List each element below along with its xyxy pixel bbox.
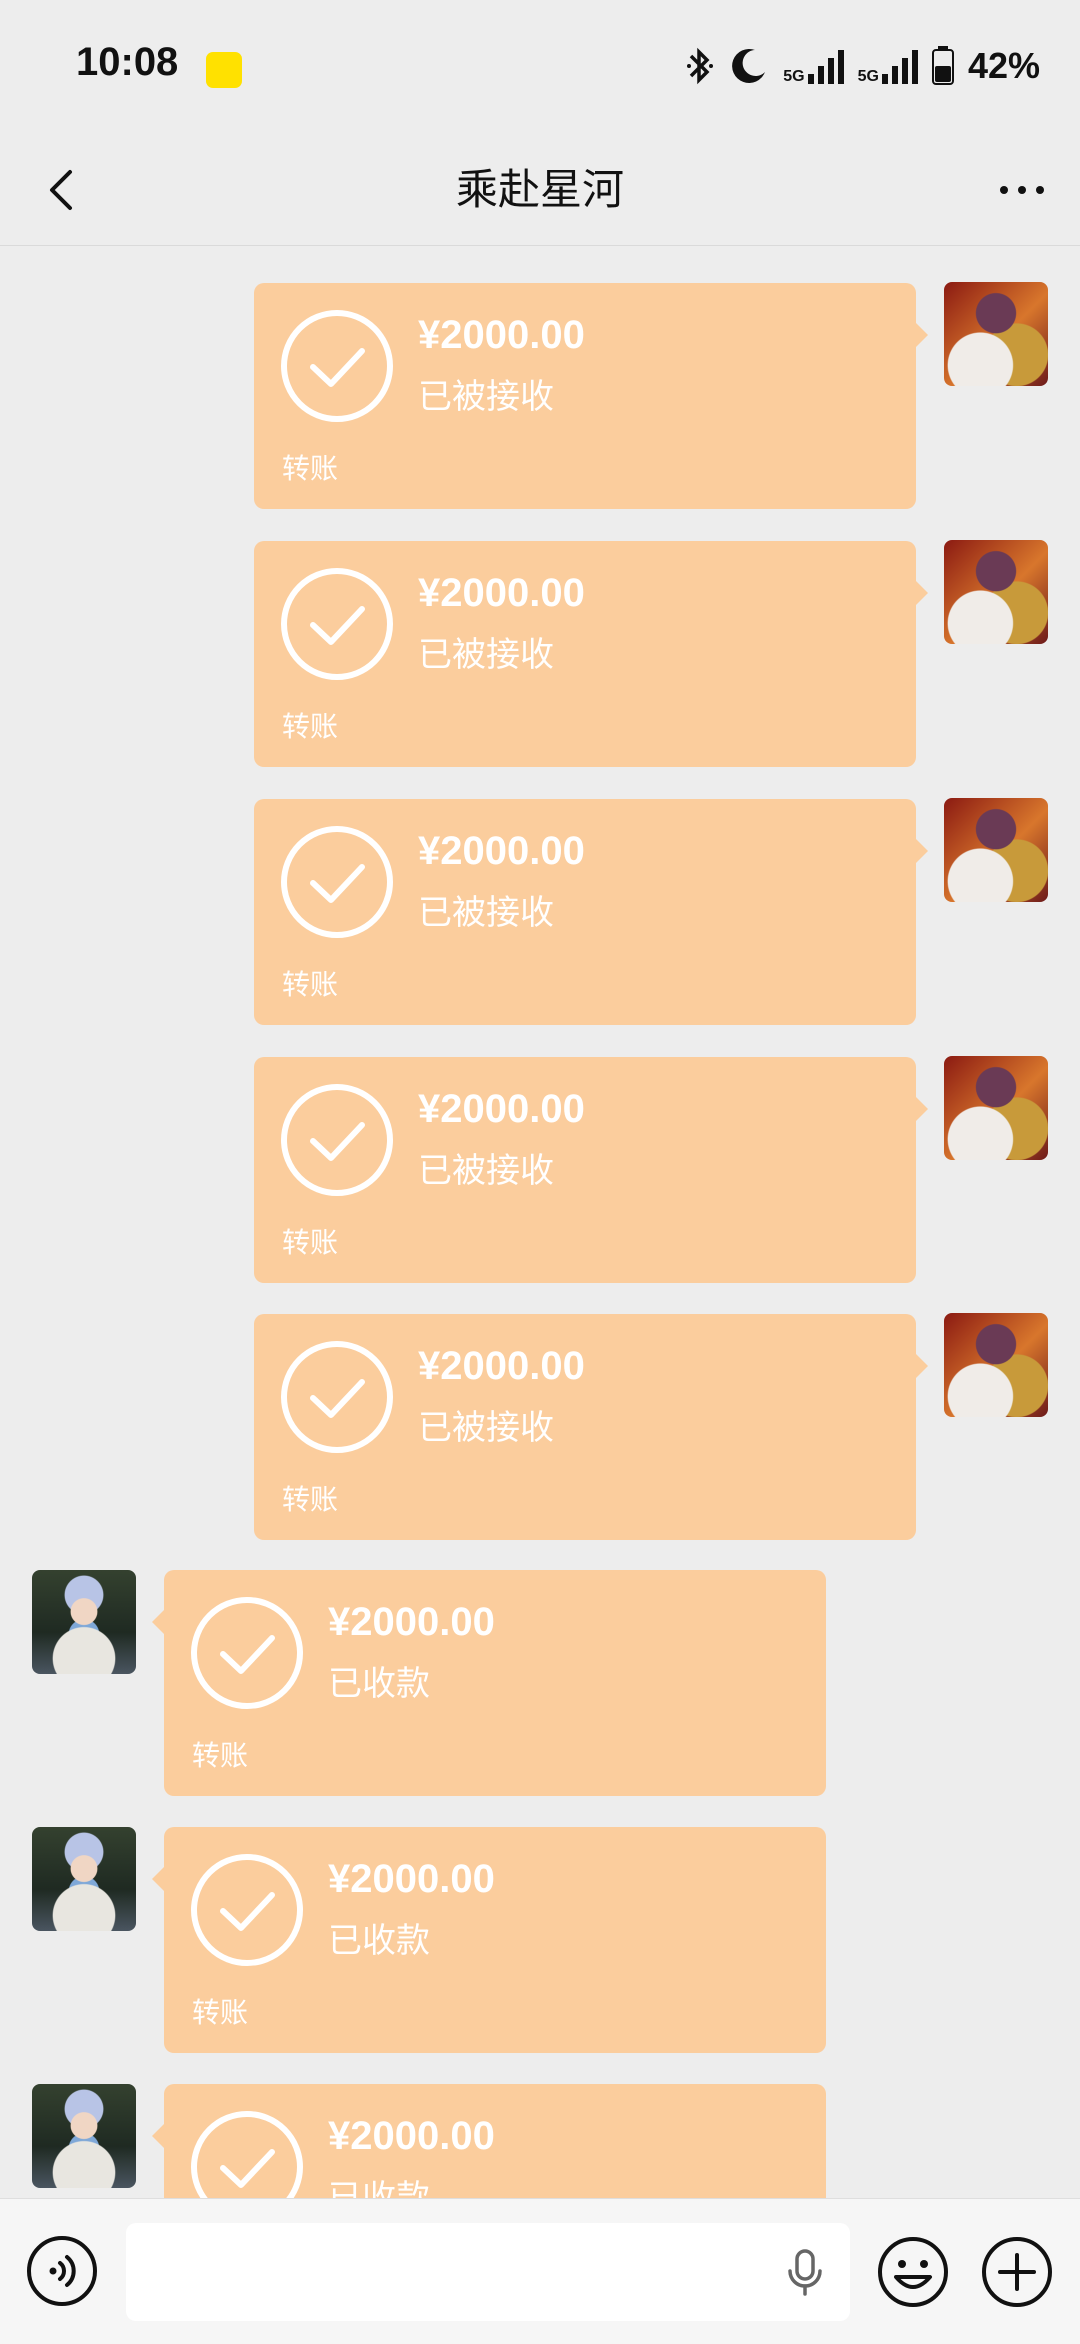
transfer-status: 已收款 xyxy=(328,1921,430,1961)
chat-area[interactable]: ¥2000.00 已被接收 转账 ¥2000.00 已被接收 转账 ¥2000.… xyxy=(0,246,1080,2198)
check-circle-icon xyxy=(281,1084,393,1196)
avatar[interactable] xyxy=(32,1570,136,1674)
avatar[interactable] xyxy=(944,282,1048,386)
transfer-status: 已被接收 xyxy=(418,1408,554,1448)
transfer-label: 转账 xyxy=(192,1739,249,1772)
transfer-status: 已被接收 xyxy=(418,377,554,417)
check-circle-icon xyxy=(281,826,393,938)
nav-bar: 乘赴星河 xyxy=(0,134,1080,246)
emoji-icon[interactable] xyxy=(876,2235,950,2309)
avatar[interactable] xyxy=(944,540,1048,644)
transfer-bubble[interactable]: ¥2000.00 已收款 转账 xyxy=(152,1827,826,2053)
avatar[interactable] xyxy=(944,1056,1048,1160)
transfer-status: 已被接收 xyxy=(418,1151,554,1191)
transfer-label: 转账 xyxy=(282,1483,339,1516)
status-icons: 5G 5G 42% xyxy=(685,44,1040,88)
plus-icon[interactable] xyxy=(980,2235,1054,2309)
signal-icon xyxy=(807,50,844,84)
transfer-bubble[interactable]: ¥2000.00 已被接收 转账 xyxy=(254,1314,928,1540)
avatar[interactable] xyxy=(32,1827,136,1931)
transfer-label: 转账 xyxy=(282,452,339,485)
transfer-bubble[interactable]: ¥2000.00 已收款 转账 xyxy=(152,1570,826,1796)
transfer-status: 已收款 xyxy=(328,1664,430,1704)
transfer-status: 已被接收 xyxy=(418,893,554,933)
transfer-bubble[interactable]: ¥2000.00 已被接收 转账 xyxy=(254,799,928,1025)
transfer-amount: ¥2000.00 xyxy=(418,1344,585,1388)
check-circle-icon xyxy=(281,568,393,680)
transfer-status: 已收款 xyxy=(328,2178,430,2198)
app-notification-icon xyxy=(206,52,242,88)
transfer-bubble[interactable]: ¥2000.00 已被接收 转账 xyxy=(254,283,928,509)
transfer-bubble[interactable]: ¥2000.00 已被接收 转账 xyxy=(254,1057,928,1283)
avatar[interactable] xyxy=(944,798,1048,902)
chat-title: 乘赴星河 xyxy=(455,165,624,214)
moon-icon xyxy=(732,48,766,83)
transfer-status: 已被接收 xyxy=(418,635,554,675)
battery-icon xyxy=(931,46,954,85)
check-circle-icon xyxy=(191,1597,303,1709)
signal-icon-2 xyxy=(881,50,918,84)
microphone-icon[interactable] xyxy=(780,2247,830,2297)
transfer-bubble[interactable]: ¥2000.00 已被接收 转账 xyxy=(254,541,928,767)
check-circle-icon xyxy=(281,1341,393,1453)
avatar[interactable] xyxy=(944,1313,1048,1417)
input-bar xyxy=(0,2198,1080,2344)
transfer-label: 转账 xyxy=(282,968,339,1001)
transfer-amount: ¥2000.00 xyxy=(418,1087,585,1131)
transfer-amount: ¥2000.00 xyxy=(328,2114,495,2158)
signal-type-1: 5G xyxy=(783,68,805,85)
more-icon[interactable] xyxy=(994,162,1050,218)
voice-icon[interactable] xyxy=(26,2235,98,2307)
transfer-label: 转账 xyxy=(282,1226,339,1259)
check-circle-icon xyxy=(191,1854,303,1966)
transfer-bubble[interactable]: ¥2000.00 已收款 转账 xyxy=(152,2084,826,2198)
status-time: 10:08 xyxy=(76,40,179,84)
avatar[interactable] xyxy=(32,2084,136,2188)
message-input[interactable] xyxy=(126,2223,850,2321)
battery-percent: 42% xyxy=(967,45,1040,86)
check-circle-icon xyxy=(191,2111,303,2198)
check-circle-icon xyxy=(281,310,393,422)
transfer-amount: ¥2000.00 xyxy=(418,313,585,357)
transfer-label: 转账 xyxy=(282,710,339,743)
transfer-label: 转账 xyxy=(192,1996,249,2029)
transfer-amount: ¥2000.00 xyxy=(418,571,585,615)
bluetooth-icon xyxy=(687,47,714,85)
transfer-amount: ¥2000.00 xyxy=(328,1600,495,1644)
transfer-amount: ¥2000.00 xyxy=(418,829,585,873)
signal-type-2: 5G xyxy=(857,68,879,85)
status-bar: 10:08 5G 5G 42% xyxy=(0,0,1080,134)
transfer-amount: ¥2000.00 xyxy=(328,1857,495,1901)
